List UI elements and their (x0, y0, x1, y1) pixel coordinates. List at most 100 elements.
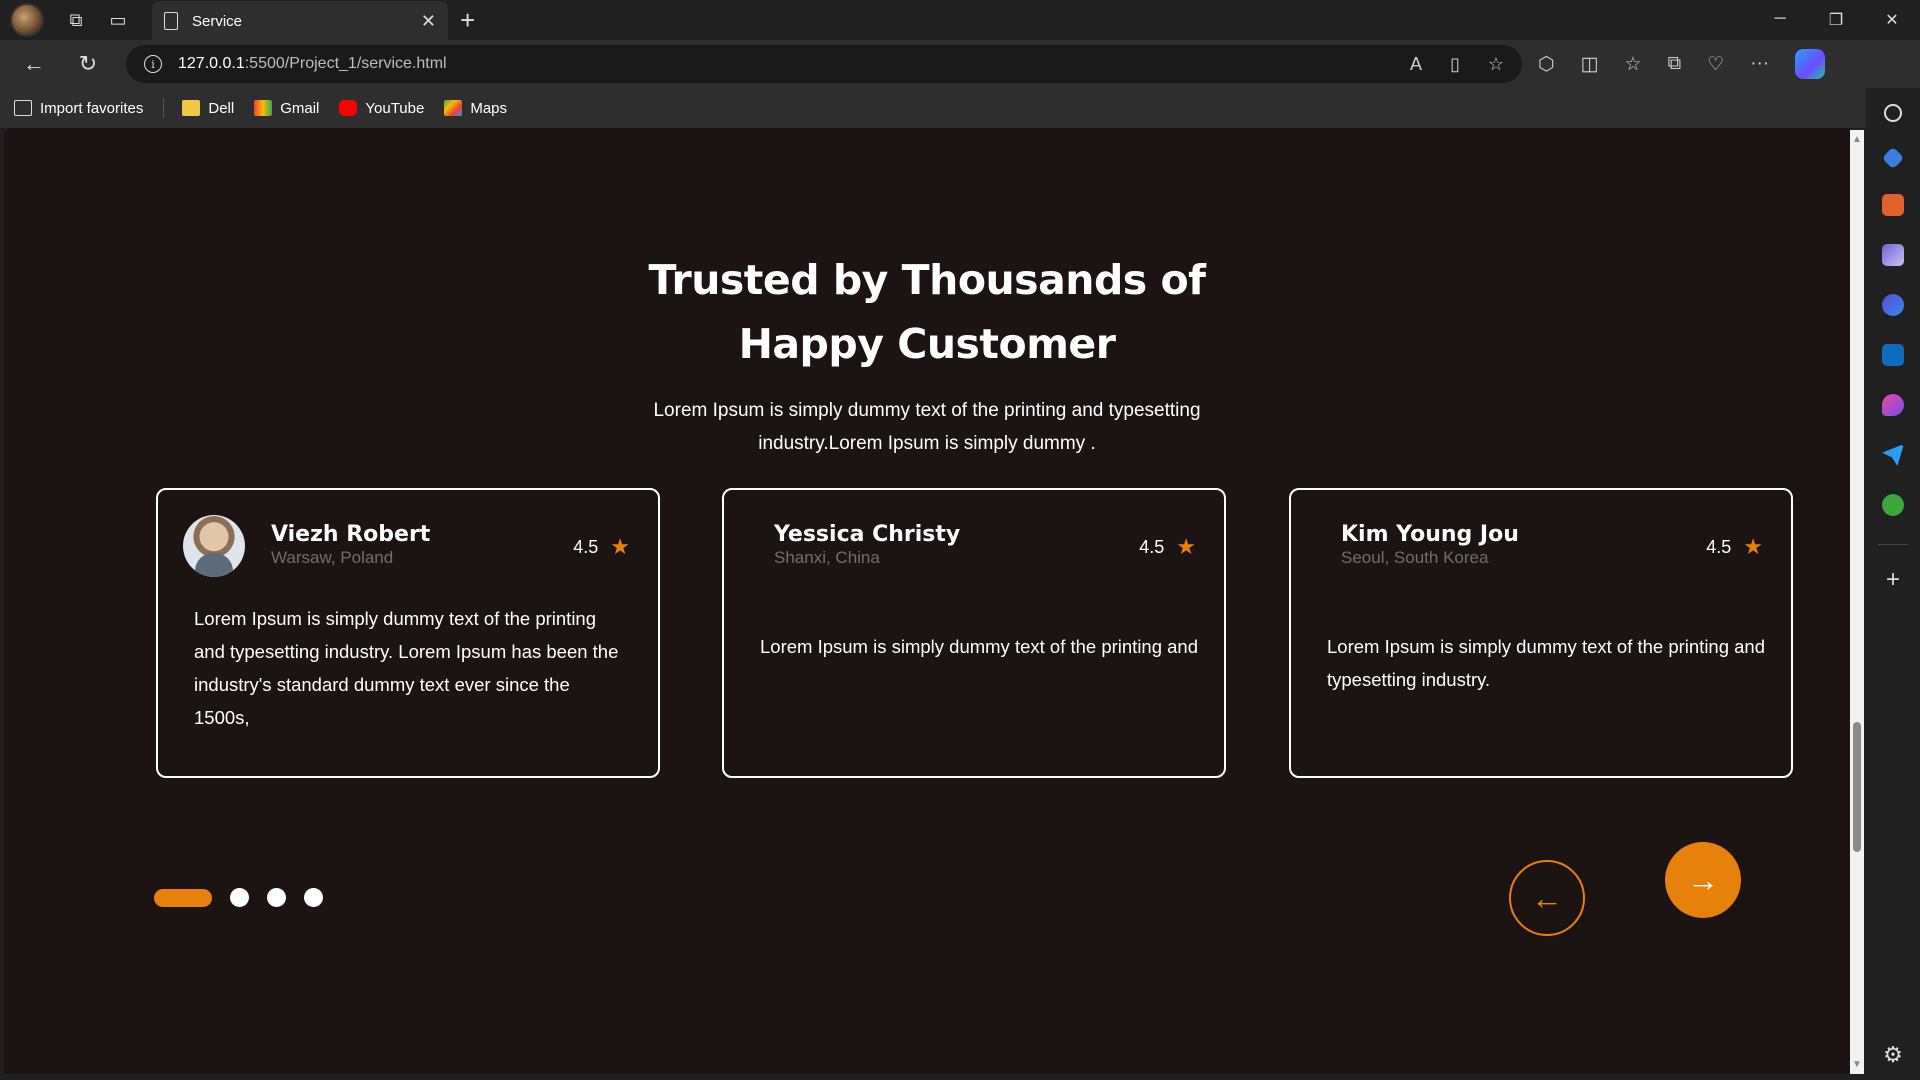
sidebar-shopping-icon[interactable] (1881, 146, 1905, 170)
extensions-icon[interactable]: ⬡ (1538, 53, 1555, 76)
scroll-thumb[interactable] (1853, 722, 1861, 852)
rating: 4.5 ★ (573, 534, 630, 560)
import-icon (14, 100, 32, 116)
title-line-2: Happy Customer (738, 320, 1116, 368)
carousel-pagination (154, 888, 341, 907)
close-tab-icon[interactable]: ✕ (421, 11, 436, 32)
arrow-left-icon: ← (1531, 879, 1563, 916)
prev-button[interactable]: ← (1509, 860, 1585, 936)
sidebar-add-icon[interactable]: + (1882, 568, 1904, 592)
favorite-star-icon[interactable]: ☆ (1488, 54, 1504, 75)
rating: 4.5 ★ (1139, 534, 1196, 560)
customer-location: Shanxi, China (774, 548, 880, 567)
review-text: Lorem Ipsum is simply dummy text of the … (1327, 636, 1766, 690)
browser-essentials-icon[interactable]: ♡ (1707, 53, 1724, 76)
page-viewport: Trusted by Thousands of Happy Customer L… (4, 128, 1850, 1074)
bookmarks-bar: Import favorites Dell Gmail YouTube Maps (0, 88, 1920, 128)
new-tab-button[interactable]: + (460, 5, 475, 36)
sidebar-copilot-icon[interactable] (1882, 294, 1904, 316)
page-title: Trusted by Thousands of Happy Customer (4, 248, 1850, 376)
split-screen-icon[interactable]: ◫ (1581, 53, 1599, 76)
folder-icon (182, 100, 201, 116)
profile-avatar-icon[interactable] (10, 3, 44, 37)
bookmark-youtube[interactable]: YouTube (339, 100, 424, 117)
page-scrollbar[interactable]: ▲ ▼ (1850, 130, 1864, 1074)
star-icon: ★ (1743, 534, 1763, 559)
bookmark-dell[interactable]: Dell (182, 100, 234, 117)
bookmark-separator (163, 98, 165, 118)
scroll-up-icon[interactable]: ▲ (1852, 134, 1862, 145)
sidebar-games-icon[interactable] (1882, 244, 1904, 266)
bookmark-label: Import favorites (40, 99, 144, 117)
back-button[interactable]: ← (14, 44, 54, 84)
bookmark-label: Dell (208, 99, 235, 117)
customer-location: Warsaw, Poland (271, 548, 394, 567)
bookmark-maps[interactable]: Maps (444, 100, 507, 117)
review-text: Lorem Ipsum is simply dummy text of the … (760, 636, 1199, 657)
sidebar-outlook-icon[interactable] (1882, 344, 1904, 366)
sidebar-designer-icon[interactable] (1882, 394, 1904, 416)
testimonial-card: Viezh Robert Warsaw, Poland 4.5 ★ Lorem … (156, 488, 660, 778)
edge-sidebar: + ⚙ (1866, 88, 1920, 1080)
carousel-dot[interactable] (267, 888, 286, 907)
bookmark-gmail[interactable]: Gmail (254, 100, 319, 117)
sidebar-search-icon[interactable] (1884, 104, 1902, 122)
gmail-icon (254, 100, 273, 116)
review-text: Lorem Ipsum is simply dummy text of the … (194, 608, 619, 728)
url-host: 127.0.0.1 (178, 55, 245, 72)
restore-button[interactable]: ❐ (1808, 10, 1864, 30)
carousel-dot-active[interactable] (154, 888, 212, 907)
sidebar-divider (1878, 544, 1908, 545)
site-info-icon[interactable]: i (144, 55, 162, 73)
customer-name: Kim Young Jou (1341, 522, 1519, 547)
rating: 4.5 ★ (1706, 534, 1763, 560)
carousel-dot[interactable] (304, 888, 323, 907)
next-button[interactable]: → (1665, 842, 1741, 918)
customer-name: Viezh Robert (271, 522, 431, 547)
tab-service[interactable]: Service ✕ (152, 1, 448, 41)
bookmark-label: Maps (470, 99, 508, 117)
tab-title: Service (192, 12, 243, 30)
bookmark-label: Gmail (280, 99, 320, 117)
immersive-reader-icon[interactable]: ▯ (1450, 54, 1460, 75)
testimonial-card: Yessica Christy Shanxi, China 4.5 ★ Lore… (722, 488, 1226, 778)
customer-name: Yessica Christy (774, 522, 961, 547)
section-subtitle: Lorem Ipsum is simply dummy text of the … (653, 400, 1201, 454)
maps-icon (444, 100, 463, 116)
youtube-icon (339, 100, 358, 116)
refresh-button[interactable]: ↻ (68, 44, 108, 84)
scroll-down-icon[interactable]: ▼ (1852, 1059, 1862, 1070)
star-icon: ★ (610, 534, 630, 559)
workspaces-icon[interactable]: ⧉ (58, 2, 94, 38)
address-bar[interactable]: i 127.0.0.1:5500/Project_1/service.html … (126, 45, 1522, 83)
customer-location: Seoul, South Korea (1341, 548, 1489, 567)
favorites-icon[interactable]: ☆ (1625, 53, 1642, 76)
more-menu-icon[interactable]: ··· (1750, 53, 1769, 75)
sidebar-telegram-icon[interactable] (1882, 444, 1904, 466)
vertical-tabs-icon[interactable]: ▭ (100, 2, 136, 38)
minimize-button[interactable]: ─ (1752, 10, 1808, 30)
collections-icon[interactable]: ⧉ (1668, 53, 1682, 75)
rating-value: 4.5 (1706, 536, 1732, 557)
star-icon: ★ (1176, 534, 1196, 559)
bookmark-label: YouTube (365, 99, 425, 117)
copilot-icon[interactable] (1795, 49, 1826, 79)
sidebar-tools-icon[interactable] (1882, 194, 1904, 216)
url-text[interactable]: 127.0.0.1:5500/Project_1/service.html (178, 55, 1410, 73)
browser-titlebar: ⧉ ▭ Service ✕ + ─ ❐ ✕ (0, 0, 1920, 41)
arrow-right-icon: → (1687, 861, 1719, 898)
avatar (183, 515, 245, 577)
rating-value: 4.5 (1139, 536, 1165, 557)
window-controls: ─ ❐ ✕ (1752, 10, 1920, 30)
sidebar-settings-icon[interactable]: ⚙ (1883, 1042, 1903, 1068)
carousel-dot[interactable] (230, 888, 249, 907)
browser-toolbar: ← ↻ i 127.0.0.1:5500/Project_1/service.h… (0, 40, 1920, 88)
title-line-1: Trusted by Thousands of (648, 256, 1206, 304)
testimonial-card: Kim Young Jou Seoul, South Korea 4.5 ★ L… (1289, 488, 1793, 778)
read-aloud-icon[interactable]: A (1410, 54, 1422, 75)
sidebar-tree-icon[interactable] (1882, 494, 1904, 516)
bookmark-import-favorites[interactable]: Import favorites (14, 100, 143, 117)
rating-value: 4.5 (573, 536, 599, 557)
url-path: :5500/Project_1/service.html (244, 55, 447, 72)
window-close-button[interactable]: ✕ (1864, 10, 1920, 30)
